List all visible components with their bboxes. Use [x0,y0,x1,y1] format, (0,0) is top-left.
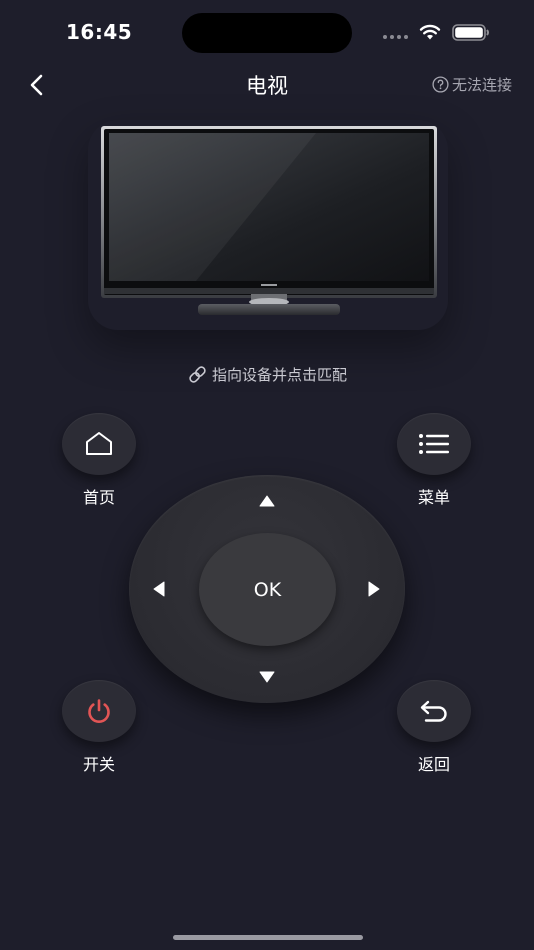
dpad-right-button[interactable] [356,571,392,607]
home-icon [86,432,112,455]
cellular-signal-icon [383,35,408,39]
return-label: 返回 [417,755,450,774]
cannot-connect-label: 无法连接 [451,76,512,94]
return-button[interactable] [397,680,471,742]
link-icon [189,366,206,383]
menu-label: 菜单 [417,488,450,507]
remote-control-screen: 16:45 电视 无法连接 指向设备并点击匹配 首页 菜单 OK 开关 返回 [0,0,534,950]
menu-icon [419,434,449,454]
television-image [101,126,437,315]
dpad-left-button[interactable] [141,571,177,607]
battery-icon [452,24,489,41]
chevron-left-icon [30,74,43,96]
menu-button[interactable] [397,413,471,475]
ok-button[interactable]: OK [199,533,336,646]
pair-hint: 指向设备并点击匹配 [0,364,534,385]
dynamic-island [182,13,352,53]
return-icon [420,700,447,722]
back-button[interactable] [22,70,52,100]
cannot-connect-link[interactable]: 无法连接 [432,74,512,95]
home-button[interactable] [62,413,136,475]
dpad-up-button[interactable] [249,483,285,519]
arrow-left-icon [153,581,165,597]
arrow-down-icon [259,671,275,683]
power-icon [88,699,110,723]
status-time: 16:45 [66,20,133,44]
direction-pad: OK [129,475,405,703]
power-button[interactable] [62,680,136,742]
arrow-up-icon [259,495,275,507]
wifi-icon [419,24,441,40]
power-label: 开关 [82,755,115,774]
arrow-right-icon [368,581,380,597]
pair-hint-text: 指向设备并点击匹配 [211,366,347,384]
home-indicator[interactable] [173,935,363,940]
dpad-down-button[interactable] [249,659,285,695]
home-label: 首页 [82,488,115,507]
question-circle-icon [432,76,449,93]
